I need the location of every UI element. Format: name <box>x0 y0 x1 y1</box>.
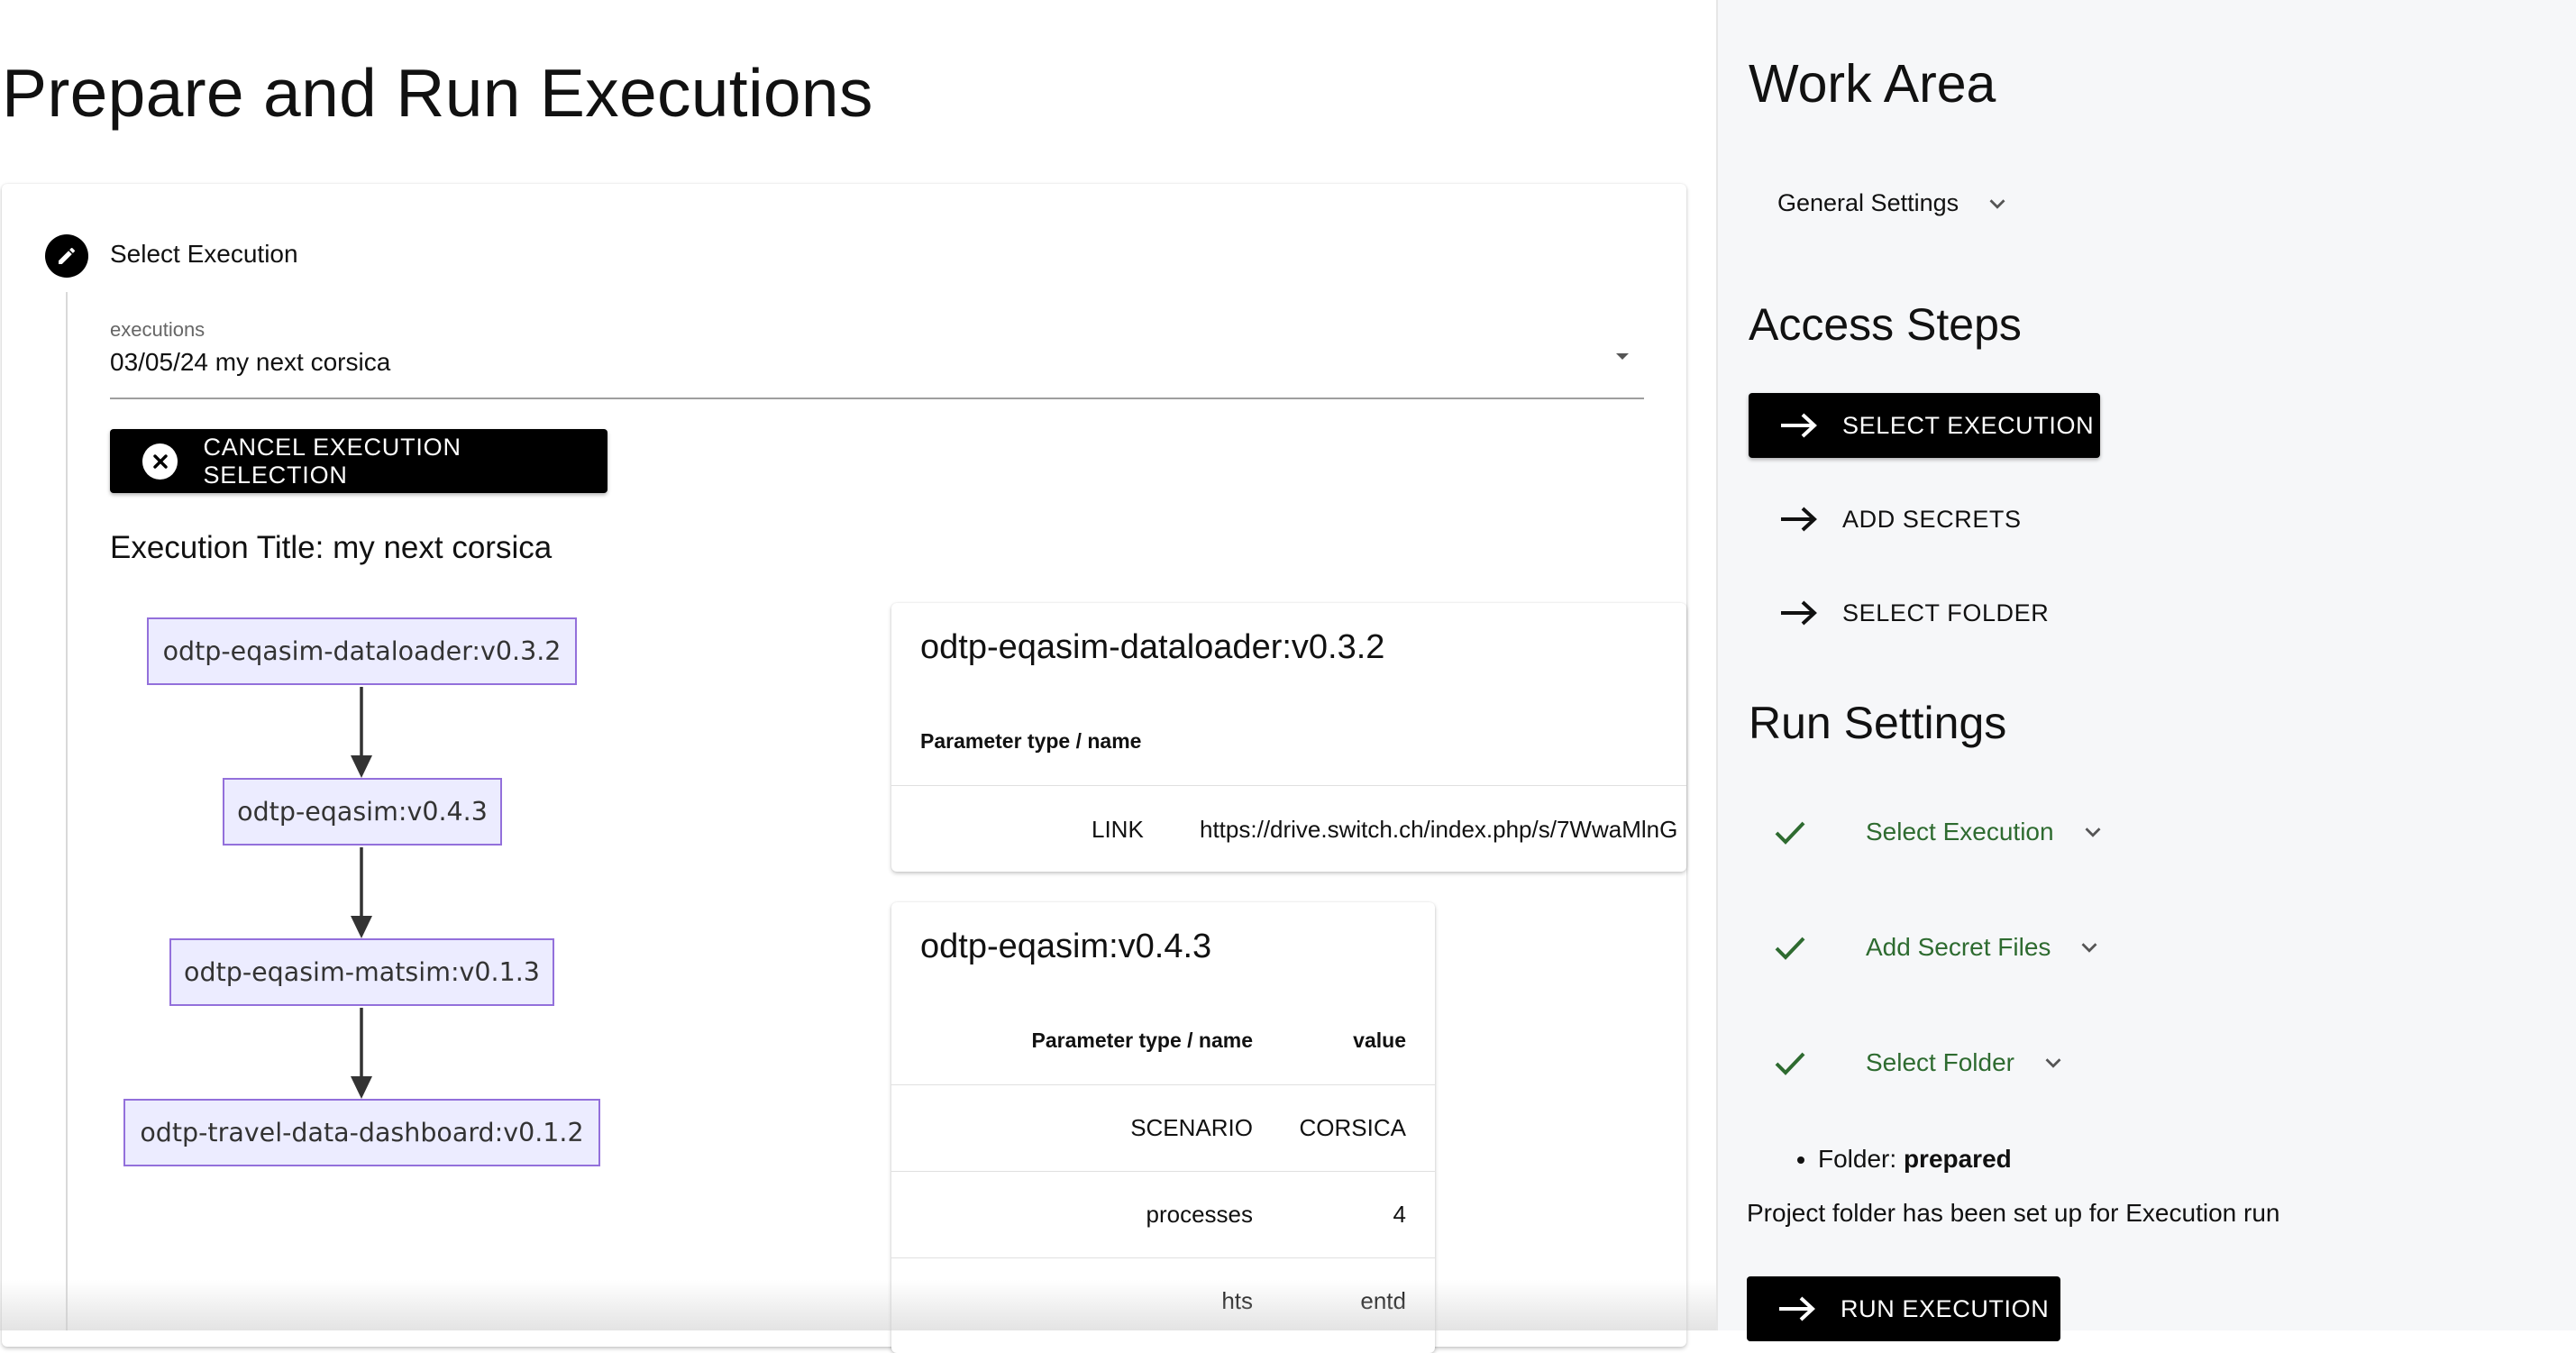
table-divider <box>891 1084 1435 1085</box>
main-content: Prepare and Run Executions Select Execut… <box>0 0 1716 1353</box>
flow-node: odtp-eqasim:v0.4.3 <box>223 778 502 846</box>
work-area-title: Work Area <box>1749 54 1996 114</box>
arrow-right-icon <box>1781 600 1817 626</box>
chevron-down-icon <box>1989 198 2005 209</box>
run-step-select-folder[interactable]: Select Folder <box>1772 1045 2067 1081</box>
run-settings-title: Run Settings <box>1749 698 2007 748</box>
access-step-label: SELECT EXECUTION <box>1842 411 2095 439</box>
access-step-label: ADD SECRETS <box>1842 505 2022 533</box>
column-header-parameter: Parameter type / name <box>920 729 1142 753</box>
run-execution-button[interactable]: RUN EXECUTION <box>1747 1276 2060 1341</box>
chevron-down-icon <box>2085 827 2101 837</box>
folder-label: Folder: <box>1818 1145 1897 1173</box>
param-value: 4 <box>1393 1201 1406 1228</box>
work-area-sidebar: Work Area General Settings Access Steps … <box>1716 0 2576 1330</box>
param-value: CORSICA <box>1299 1114 1406 1141</box>
run-step-label: Select Execution <box>1866 818 2054 846</box>
folder-note: Project folder has been set up for Execu… <box>1747 1199 2280 1227</box>
check-icon <box>1775 1052 1805 1075</box>
run-step-label: Add Secret Files <box>1866 933 2051 961</box>
flow-arrow-head <box>351 755 372 778</box>
run-step-label: Select Folder <box>1866 1048 2014 1076</box>
run-step-select-execution[interactable]: Select Execution <box>1772 814 2106 850</box>
access-steps-title: Access Steps <box>1749 299 2022 350</box>
flow-node: odtp-eqasim-dataloader:v0.3.2 <box>147 617 577 685</box>
chevron-down-icon <box>2081 943 2097 953</box>
check-icon <box>1775 821 1805 845</box>
flow-node: odtp-travel-data-dashboard:v0.1.2 <box>123 1099 600 1166</box>
table-divider <box>891 785 1686 786</box>
add-secrets-step-button[interactable]: ADD SECRETS <box>1749 487 2022 552</box>
param-name: LINK <box>1092 816 1144 843</box>
bottom-scroll-shadow <box>0 1280 1716 1330</box>
panel-title: odtp-eqasim:v0.4.3 <box>920 928 1212 965</box>
run-execution-label: RUN EXECUTION <box>1841 1294 2050 1322</box>
flow-arrow-head <box>351 916 372 938</box>
arrow-right-icon <box>1779 1296 1815 1321</box>
general-settings-label: General Settings <box>1777 189 1959 216</box>
run-step-add-secret-files[interactable]: Add Secret Files <box>1772 929 2103 965</box>
arrow-right-icon <box>1781 507 1817 532</box>
panel-title: odtp-eqasim-dataloader:v0.3.2 <box>920 628 1385 666</box>
param-name: SCENARIO <box>1130 1114 1253 1141</box>
table-divider <box>891 1171 1435 1172</box>
flow-arrow-head <box>351 1076 372 1099</box>
parameters-panel: odtp-eqasim-dataloader:v0.3.2 Parameter … <box>891 603 1686 872</box>
folder-info: Folder: prepared <box>1798 1145 2012 1174</box>
param-name: processes <box>1146 1201 1254 1228</box>
select-folder-step-button[interactable]: SELECT FOLDER <box>1749 581 2049 645</box>
arrow-right-icon <box>1781 413 1817 438</box>
select-execution-step-button[interactable]: SELECT EXECUTION <box>1749 393 2100 458</box>
folder-value: prepared <box>1903 1145 2012 1173</box>
column-header-value: value <box>1353 1028 1406 1052</box>
chevron-down-icon <box>2045 1058 2061 1068</box>
check-icon <box>1775 937 1805 960</box>
access-step-label: SELECT FOLDER <box>1842 599 2050 626</box>
column-header-parameter: Parameter type / name <box>1031 1028 1253 1052</box>
general-settings-toggle[interactable]: General Settings <box>1777 189 2011 217</box>
param-value: https://drive.switch.ch/index.php/s/7Wwa… <box>1200 816 1678 843</box>
table-divider <box>891 1257 1435 1258</box>
flow-node: odtp-eqasim-matsim:v0.1.3 <box>169 938 554 1006</box>
